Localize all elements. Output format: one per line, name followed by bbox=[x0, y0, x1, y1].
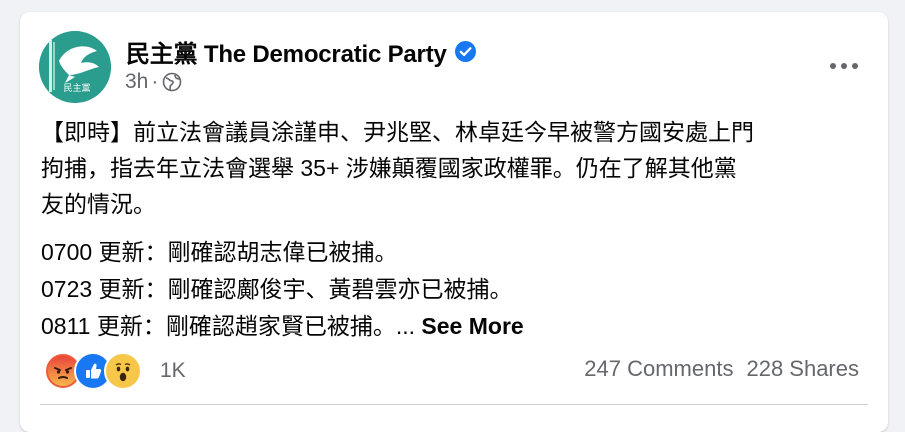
reactions-summary[interactable]: 1K bbox=[44, 352, 186, 390]
more-options-icon[interactable] bbox=[824, 52, 864, 80]
reaction-count[interactable]: 1K bbox=[160, 359, 186, 383]
globe-icon[interactable] bbox=[162, 72, 182, 92]
post-card: 民主黨 民主黨 The Democratic Party 3h · 【即時】前立… bbox=[20, 12, 888, 432]
comments-count[interactable]: 247 Comments bbox=[584, 356, 733, 382]
body-line: 友的情況。 bbox=[41, 191, 156, 217]
see-more-link[interactable]: See More bbox=[421, 313, 523, 339]
verified-badge-icon bbox=[454, 41, 476, 62]
meta-separator: · bbox=[151, 70, 159, 93]
update-line: 0700 更新：剛確認胡志偉已被捕。 bbox=[41, 239, 398, 265]
avatar-label: 民主黨 bbox=[63, 82, 90, 94]
body-line: 【即時】前立法會議員涂謹申、尹兆堅、林卓廷今早被警方國安處上門 bbox=[41, 119, 754, 145]
divider bbox=[40, 404, 868, 405]
shares-count[interactable]: 228 Shares bbox=[746, 356, 859, 382]
body-line: 拘捕，指去年立法會選舉 35+ 涉嫌顛覆國家政權罪。仍在了解其他黨 bbox=[41, 155, 737, 181]
post-body: 【即時】前立法會議員涂謹申、尹兆堅、林卓廷今早被警方國安處上門 拘捕，指去年立法… bbox=[41, 114, 871, 345]
update-line: 0811 更新：剛確認趙家賢已被捕。... See More bbox=[41, 313, 524, 339]
update-line: 0723 更新：剛確認鄺俊宇、黃碧雲亦已被捕。 bbox=[41, 276, 513, 302]
page-name-text[interactable]: 民主黨 The Democratic Party bbox=[126, 34, 447, 69]
dove-logo-icon: 民主黨 bbox=[39, 31, 111, 103]
post-timestamp[interactable]: 3h bbox=[125, 70, 148, 94]
wow-icon bbox=[104, 352, 142, 390]
post-meta: 3h · bbox=[125, 70, 182, 94]
page-name[interactable]: 民主黨 The Democratic Party bbox=[126, 34, 476, 69]
engagement-stats: 247 Comments 228 Shares bbox=[584, 356, 859, 382]
page-avatar[interactable]: 民主黨 bbox=[39, 31, 111, 103]
